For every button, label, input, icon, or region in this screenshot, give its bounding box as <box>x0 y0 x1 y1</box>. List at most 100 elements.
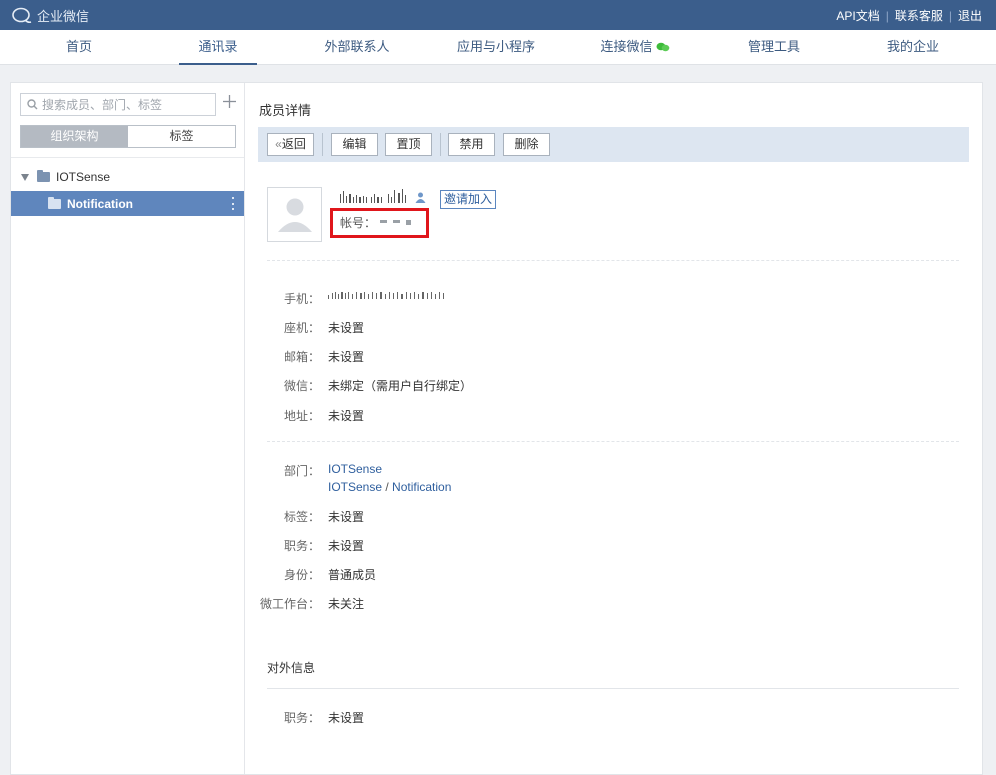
field-wechat-label: 微信： <box>283 379 320 393</box>
top-links: API文档 | 联系客服 | 退出 <box>836 7 982 24</box>
edit-button[interactable]: 编辑 <box>331 133 378 156</box>
department-link-1[interactable]: IOTSense <box>328 462 382 479</box>
field-wechat-value: 未绑定（需用户自行绑定） <box>328 379 473 393</box>
account-highlight-box <box>330 208 429 238</box>
field-identity: 身份： 普通成员 <box>245 566 376 583</box>
separator: | <box>885 8 889 23</box>
divider <box>267 688 959 689</box>
nav-apps[interactable]: 应用与小程序 <box>448 30 544 65</box>
tree-root-label: IOTSense <box>56 170 111 184</box>
member-name-redacted <box>340 189 406 203</box>
nav-management-tools[interactable]: 管理工具 <box>735 30 813 65</box>
tab-org-structure[interactable]: 组织架构 <box>21 126 128 147</box>
pin-button[interactable]: 置顶 <box>385 133 432 156</box>
field-email: 邮箱： 未设置 <box>245 348 364 365</box>
sidebar: 搜索成员、部门、标签 组织架构 标签 IOTSense Notification <box>11 83 245 774</box>
mobile-value-redacted <box>328 292 444 299</box>
delete-button[interactable]: 删除 <box>503 133 550 156</box>
field-wechat: 微信： 未绑定（需用户自行绑定） <box>245 377 472 394</box>
back-button[interactable]: «返回 <box>267 133 314 156</box>
folder-icon <box>48 196 61 209</box>
nav-my-company[interactable]: 我的企业 <box>874 30 952 65</box>
logo[interactable]: 企业微信 <box>11 6 89 25</box>
path-separator: / <box>382 480 393 494</box>
external-info-title: 对外信息 <box>267 661 316 675</box>
member-detail: 成员详情 «返回 编辑 置顶 禁用 删除 邀请加入 帐号： 手机： 座机： 未设… <box>245 83 982 774</box>
tree-item-root[interactable]: IOTSense <box>21 170 110 184</box>
more-vertical-icon[interactable] <box>232 197 235 210</box>
person-icon <box>415 192 426 203</box>
field-email-value: 未设置 <box>328 350 365 364</box>
nav-connect-wechat-label: 连接微信 <box>600 39 653 54</box>
tab-tags[interactable]: 标签 <box>128 126 235 147</box>
avatar <box>267 187 322 242</box>
field-external-position: 职务： 未设置 <box>245 709 364 726</box>
field-workbench: 微工作台： 未关注 <box>245 595 364 612</box>
invite-button[interactable]: 邀请加入 <box>440 190 497 209</box>
search-icon <box>27 99 38 110</box>
field-tags-label: 标签： <box>283 510 320 524</box>
field-address-value: 未设置 <box>328 409 365 423</box>
field-external-position-label: 职务： <box>283 711 320 725</box>
field-workbench-label: 微工作台： <box>259 597 320 611</box>
field-address: 地址： 未设置 <box>245 407 364 424</box>
field-workbench-value: 未关注 <box>328 597 365 611</box>
separator: | <box>948 8 952 23</box>
search-input[interactable]: 搜索成员、部门、标签 <box>20 93 216 116</box>
main-panel: 搜索成员、部门、标签 组织架构 标签 IOTSense Notification… <box>10 82 983 775</box>
field-landline-label: 座机： <box>283 321 320 335</box>
field-external-position-value: 未设置 <box>328 711 365 725</box>
field-department-label: 部门： <box>283 464 320 478</box>
field-landline: 座机： 未设置 <box>245 319 364 336</box>
search-placeholder: 搜索成员、部门、标签 <box>42 98 163 112</box>
default-avatar-icon <box>278 198 312 232</box>
nav-contacts[interactable]: 通讯录 <box>179 30 257 65</box>
divider <box>267 260 959 261</box>
folder-icon <box>37 170 50 182</box>
separator <box>322 133 323 156</box>
double-chevron-left-icon: « <box>275 137 282 151</box>
caret-down-icon[interactable] <box>21 173 29 181</box>
field-landline-value: 未设置 <box>328 321 365 335</box>
divider <box>11 157 244 158</box>
nav-connect-wechat[interactable]: 连接微信 <box>594 30 676 65</box>
department-link-parent[interactable]: IOTSense <box>328 480 382 494</box>
field-department-2: IOTSense / Notification <box>245 480 451 494</box>
department-path: IOTSense / Notification <box>328 480 451 494</box>
divider <box>267 441 959 442</box>
wecom-logo-icon <box>12 7 32 23</box>
logo-text: 企业微信 <box>37 9 90 24</box>
main-nav: 首页 通讯录 外部联系人 应用与小程序 连接微信 管理工具 我的企业 <box>0 30 996 65</box>
field-position-label: 职务： <box>283 539 320 553</box>
field-tags-value: 未设置 <box>328 510 365 524</box>
plus-icon <box>223 95 236 108</box>
action-toolbar: «返回 编辑 置顶 禁用 删除 <box>258 127 969 162</box>
api-docs-link[interactable]: API文档 <box>836 7 879 24</box>
tree-selected-label: Notification <box>67 196 133 211</box>
field-identity-value: 普通成员 <box>328 568 377 582</box>
page-title: 成员详情 <box>259 103 312 118</box>
field-department: 部门： IOTSense <box>245 462 382 479</box>
field-position-value: 未设置 <box>328 539 365 553</box>
view-switch: 组织架构 标签 <box>20 125 236 148</box>
department-link-child[interactable]: Notification <box>392 480 451 494</box>
top-bar: 企业微信 API文档 | 联系客服 | 退出 <box>0 0 996 30</box>
back-button-label: 返回 <box>281 137 306 151</box>
tree-item-selected[interactable]: Notification <box>11 191 244 216</box>
support-link[interactable]: 联系客服 <box>895 7 943 24</box>
wechat-icon <box>656 42 669 52</box>
field-email-label: 邮箱： <box>283 350 320 364</box>
field-tags: 标签： 未设置 <box>245 508 364 525</box>
separator <box>440 133 441 156</box>
disable-button[interactable]: 禁用 <box>448 133 495 156</box>
add-button[interactable] <box>221 93 238 113</box>
nav-home[interactable]: 首页 <box>40 30 118 65</box>
logout-link[interactable]: 退出 <box>958 7 982 24</box>
field-position: 职务： 未设置 <box>245 537 364 554</box>
nav-external-contacts[interactable]: 外部联系人 <box>312 30 402 65</box>
field-mobile: 手机： <box>245 290 446 307</box>
field-address-label: 地址： <box>283 409 320 423</box>
field-mobile-label: 手机： <box>283 292 320 306</box>
field-identity-label: 身份： <box>283 568 320 582</box>
